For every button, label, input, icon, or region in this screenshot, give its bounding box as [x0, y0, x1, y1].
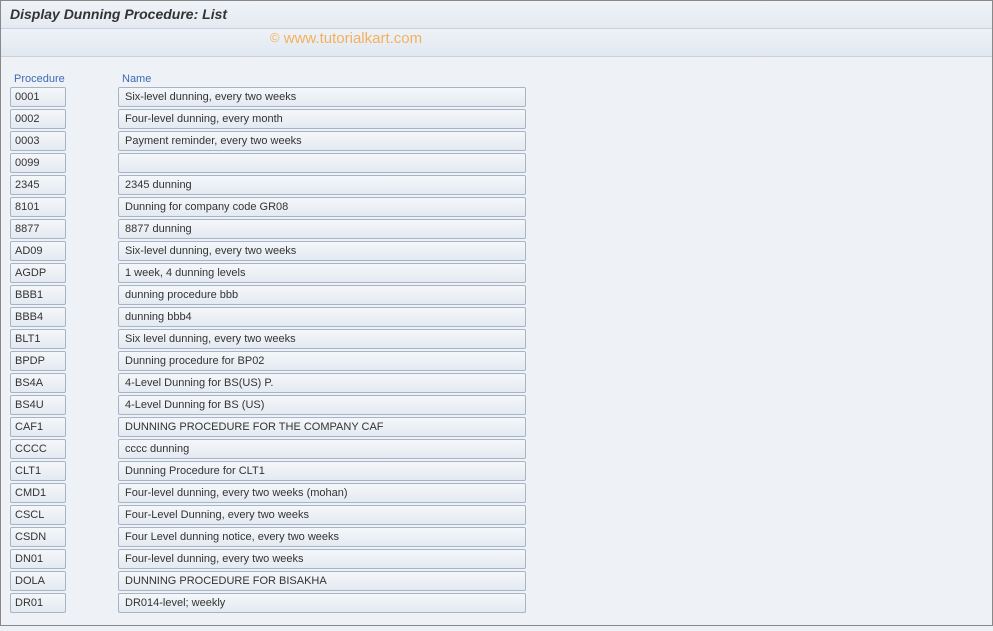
table-row: BBB1 dunning procedure bbb [10, 285, 983, 306]
table-row: BS4A 4-Level Dunning for BS(US) P. [10, 373, 983, 394]
name-cell[interactable]: Four-level dunning, every two weeks [118, 549, 526, 569]
procedure-cell[interactable]: 0001 [10, 87, 66, 107]
procedure-cell[interactable]: BLT1 [10, 329, 66, 349]
name-cell[interactable]: Four-level dunning, every two weeks (moh… [118, 483, 526, 503]
procedure-cell[interactable]: 8877 [10, 219, 66, 239]
name-cell[interactable]: 2345 dunning [118, 175, 526, 195]
procedure-cell[interactable]: AGDP [10, 263, 66, 283]
table-row: AGDP 1 week, 4 dunning levels [10, 263, 983, 284]
name-cell[interactable]: 1 week, 4 dunning levels [118, 263, 526, 283]
table-row: CSDN Four Level dunning notice, every two… [10, 527, 983, 548]
procedure-cell[interactable]: BBB4 [10, 307, 66, 327]
name-cell[interactable]: Dunning procedure for BP02 [118, 351, 526, 371]
table-row: DR01 DR014-level; weekly [10, 593, 983, 614]
name-cell[interactable]: DR014-level; weekly [118, 593, 526, 613]
name-cell[interactable]: Six-level dunning, every two weeks [118, 241, 526, 261]
table-row: 8877 8877 dunning [10, 219, 983, 240]
procedure-cell[interactable]: AD09 [10, 241, 66, 261]
name-cell[interactable]: 4-Level Dunning for BS(US) P. [118, 373, 526, 393]
procedure-cell[interactable]: CSDN [10, 527, 66, 547]
name-cell[interactable]: dunning procedure bbb [118, 285, 526, 305]
procedure-cell[interactable]: CMD1 [10, 483, 66, 503]
procedure-cell[interactable]: BS4U [10, 395, 66, 415]
procedure-cell[interactable]: 0002 [10, 109, 66, 129]
name-cell[interactable]: DUNNING PROCEDURE FOR THE COMPANY CAF [118, 417, 526, 437]
column-headers: Procedure Name [10, 73, 983, 85]
procedure-cell[interactable]: 8101 [10, 197, 66, 217]
procedure-cell[interactable]: BS4A [10, 373, 66, 393]
procedure-cell[interactable]: 2345 [10, 175, 66, 195]
table-row: CMD1 Four-level dunning, every two weeks … [10, 483, 983, 504]
procedure-cell[interactable]: CLT1 [10, 461, 66, 481]
name-cell[interactable]: Six level dunning, every two weeks [118, 329, 526, 349]
content-area: Procedure Name 0001 Six-level dunning, ev… [0, 57, 993, 631]
procedure-cell[interactable]: CCCC [10, 439, 66, 459]
procedure-cell[interactable]: DR01 [10, 593, 66, 613]
header-procedure[interactable]: Procedure [12, 73, 110, 85]
table-row: CAF1 DUNNING PROCEDURE FOR THE COMPANY CA… [10, 417, 983, 438]
procedure-cell[interactable]: 0003 [10, 131, 66, 151]
table-row: AD09 Six-level dunning, every two weeks [10, 241, 983, 262]
table-row: BS4U 4-Level Dunning for BS (US) [10, 395, 983, 416]
procedure-cell[interactable]: CSCL [10, 505, 66, 525]
name-cell[interactable]: Four-level dunning, every month [118, 109, 526, 129]
procedure-cell[interactable]: BPDP [10, 351, 66, 371]
table-row: 8101 Dunning for company code GR08 [10, 197, 983, 218]
procedure-cell[interactable]: DOLA [10, 571, 66, 591]
name-cell[interactable]: Dunning for company code GR08 [118, 197, 526, 217]
table-row: DOLA DUNNING PROCEDURE FOR BISAKHA [10, 571, 983, 592]
name-cell[interactable]: Four-Level Dunning, every two weeks [118, 505, 526, 525]
table-row: 0002 Four-level dunning, every month [10, 109, 983, 130]
table-row: 0001 Six-level dunning, every two weeks [10, 87, 983, 108]
toolbar [0, 29, 993, 57]
name-cell[interactable]: dunning bbb4 [118, 307, 526, 327]
table-row: CCCC cccc dunning [10, 439, 983, 460]
name-cell[interactable]: cccc dunning [118, 439, 526, 459]
procedure-cell[interactable]: DN01 [10, 549, 66, 569]
table-row: BBB4 dunning bbb4 [10, 307, 983, 328]
rows-container: 0001Six-level dunning, every two weeks00… [10, 87, 983, 614]
name-cell[interactable]: Six-level dunning, every two weeks [118, 87, 526, 107]
header-name[interactable]: Name [110, 73, 510, 85]
table-row: CLT1 Dunning Procedure for CLT1 [10, 461, 983, 482]
name-cell[interactable]: Dunning Procedure for CLT1 [118, 461, 526, 481]
procedure-cell[interactable]: CAF1 [10, 417, 66, 437]
name-cell[interactable]: Four Level dunning notice, every two wee… [118, 527, 526, 547]
table-row: 0099 [10, 153, 983, 174]
procedure-cell[interactable]: 0099 [10, 153, 66, 173]
table-row: CSCL Four-Level Dunning, every two weeks [10, 505, 983, 526]
name-cell[interactable]: 8877 dunning [118, 219, 526, 239]
name-cell[interactable]: DUNNING PROCEDURE FOR BISAKHA [118, 571, 526, 591]
table-row: BLT1 Six level dunning, every two weeks [10, 329, 983, 350]
table-row: BPDP Dunning procedure for BP02 [10, 351, 983, 372]
name-cell[interactable] [118, 153, 526, 173]
procedure-cell[interactable]: BBB1 [10, 285, 66, 305]
page-title-bar: Display Dunning Procedure: List [0, 0, 993, 29]
name-cell[interactable]: Payment reminder, every two weeks [118, 131, 526, 151]
table-row: DN01 Four-level dunning, every two weeks [10, 549, 983, 570]
name-cell[interactable]: 4-Level Dunning for BS (US) [118, 395, 526, 415]
table-row: 0003 Payment reminder, every two weeks [10, 131, 983, 152]
table-row: 2345 2345 dunning [10, 175, 983, 196]
page-title: Display Dunning Procedure: List [10, 6, 227, 22]
